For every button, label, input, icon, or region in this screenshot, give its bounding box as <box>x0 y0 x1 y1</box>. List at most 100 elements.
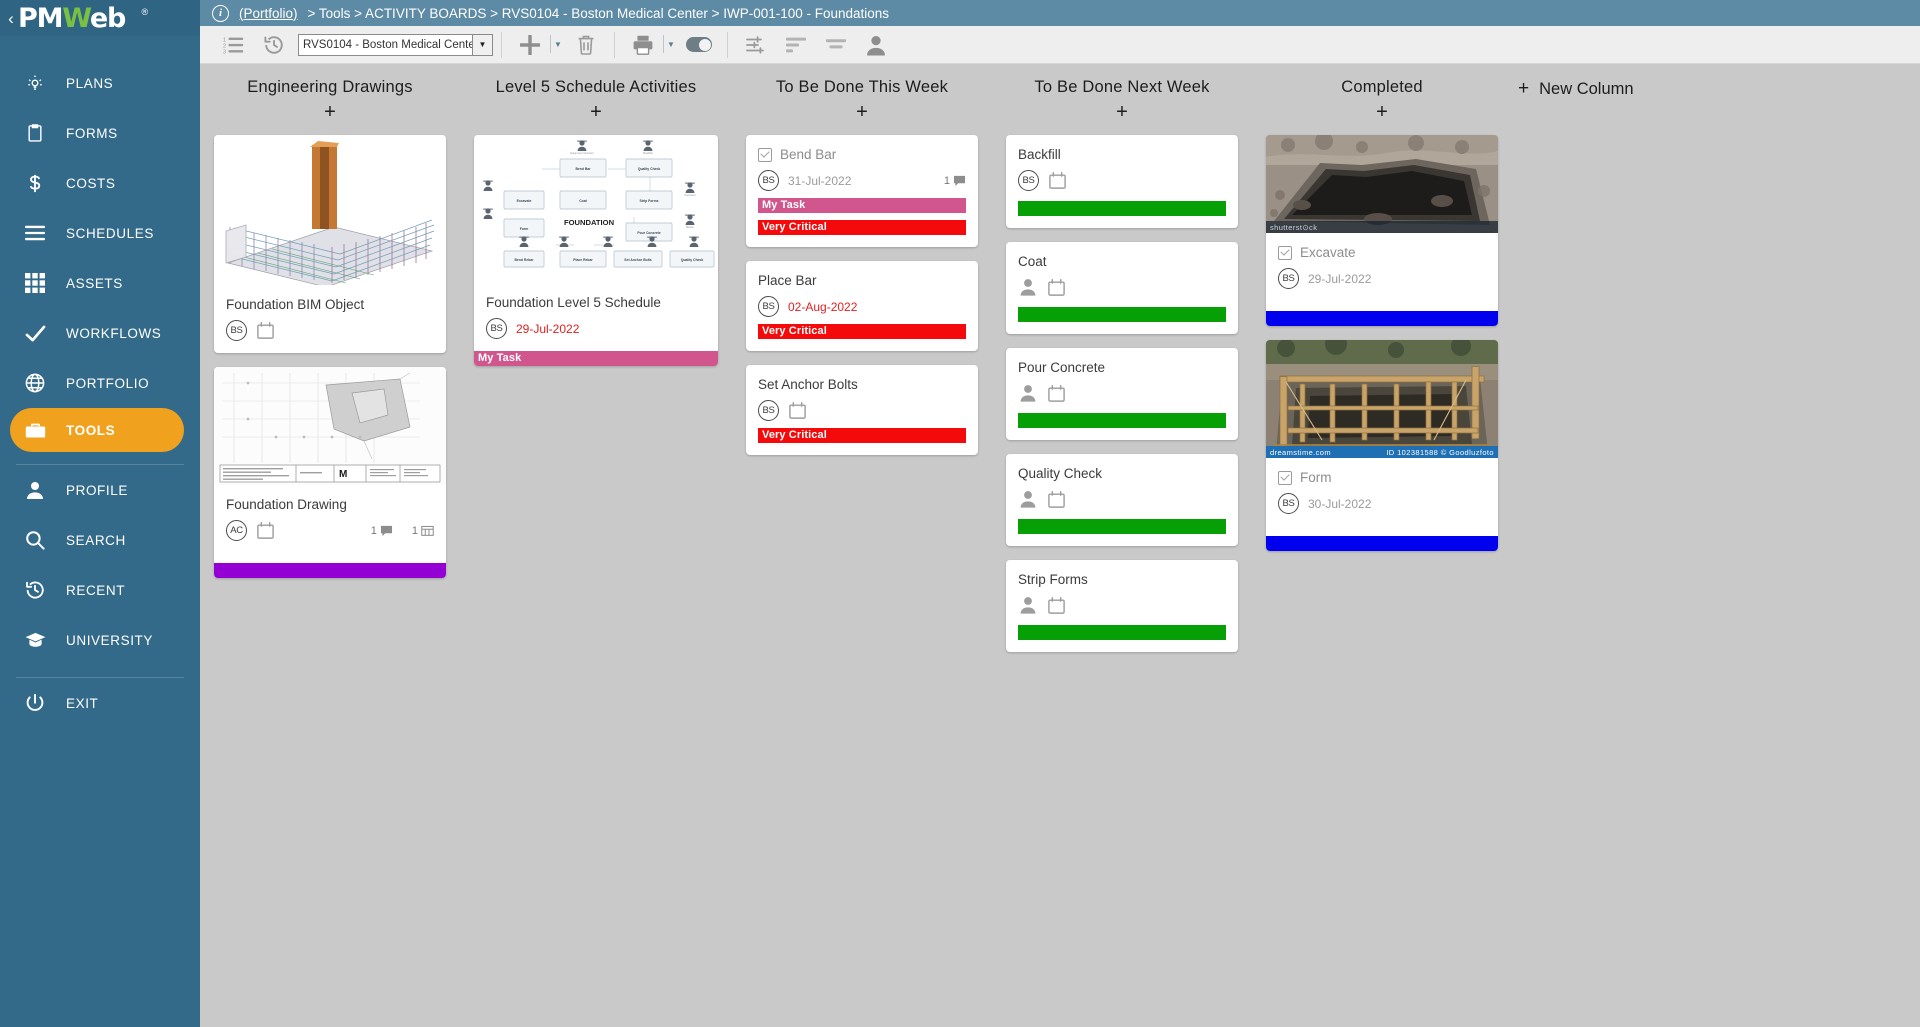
comment-badge[interactable]: 1 <box>944 175 966 187</box>
card-form[interactable]: dreamstime.com ID 102381588 © Goodluzfot… <box>1266 340 1498 551</box>
calendar-icon[interactable] <box>1047 384 1066 403</box>
card-meta: BS 31-Jul-2022 1 <box>758 170 966 191</box>
sidebar-collapse-icon[interactable]: ‹ <box>4 10 18 27</box>
activity-board: Engineering Drawings + <box>200 64 1920 1027</box>
avatar[interactable]: BS <box>758 400 779 421</box>
card-coat[interactable]: Coat <box>1006 242 1238 334</box>
avatar[interactable]: AC <box>226 520 247 541</box>
sidebar-item-tools[interactable]: TOOLS <box>10 408 184 452</box>
avatar[interactable]: BS <box>1278 268 1299 289</box>
card-strip-forms[interactable]: Strip Forms <box>1006 560 1238 652</box>
board-column-to-be-done-next-week: To Be Done Next Week + Backfill BS <box>992 64 1252 1027</box>
graduation-cap-icon <box>24 629 46 651</box>
clipboard-icon <box>24 122 46 144</box>
card-bend-bar[interactable]: Bend Bar BS 31-Jul-2022 1 <box>746 135 978 247</box>
card-body: Strip Forms <box>1006 560 1238 652</box>
card-meta: BS <box>1018 170 1226 191</box>
pmweb-logo[interactable]: PMWeb ® <box>18 5 137 32</box>
card-body: Pour Concrete <box>1006 348 1238 440</box>
filter-button[interactable] <box>816 26 856 64</box>
status-bar <box>1018 201 1226 216</box>
column-add-card-button[interactable]: + <box>1266 103 1498 121</box>
view-toggle[interactable] <box>679 26 719 64</box>
calendar-icon[interactable] <box>1047 278 1066 297</box>
sidebar-item-assets[interactable]: ASSETS <box>0 258 200 308</box>
user-button[interactable] <box>856 26 896 64</box>
card-place-bar[interactable]: Place Bar BS 02-Aug-2022 Very Critical <box>746 261 978 351</box>
avatar[interactable]: BS <box>758 296 779 317</box>
card-title: Foundation BIM Object <box>226 297 434 312</box>
sidebar-item-portfolio[interactable]: PORTFOLIO <box>0 358 200 408</box>
sidebar-item-university[interactable]: UNIVERSITY <box>0 615 200 665</box>
avatar[interactable]: BS <box>1018 170 1039 191</box>
attachment-badge[interactable]: 1 <box>412 525 434 537</box>
add-button[interactable] <box>510 26 550 64</box>
sidebar-item-forms[interactable]: FORMS <box>0 108 200 158</box>
person-icon[interactable] <box>1018 383 1038 403</box>
card-quality-check[interactable]: Quality Check <box>1006 454 1238 546</box>
column-add-card-button[interactable]: + <box>1006 103 1238 121</box>
toggle-switch[interactable] <box>686 37 712 52</box>
column-title: To Be Done Next Week <box>1006 78 1238 97</box>
calendar-icon[interactable] <box>1047 490 1066 509</box>
settings-button[interactable] <box>736 26 776 64</box>
sort-button[interactable] <box>776 26 816 64</box>
card-foundation-drawing[interactable]: M Foundation Drawing AC <box>214 367 446 578</box>
history-revert-icon[interactable] <box>254 26 294 64</box>
person-icon[interactable] <box>1018 277 1038 297</box>
card-foundation-level-5-schedule[interactable]: Bend Bar Quality Check Coat Excavate For… <box>474 135 718 366</box>
card-pour-concrete[interactable]: Pour Concrete <box>1006 348 1238 440</box>
card-title: Excavate <box>1300 245 1356 260</box>
card-set-anchor-bolts[interactable]: Set Anchor Bolts BS Very Critical <box>746 365 978 455</box>
column-add-card-button[interactable]: + <box>214 103 446 121</box>
add-dropdown-icon[interactable]: ▼ <box>550 26 566 64</box>
sidebar-item-plans[interactable]: PLANS <box>0 58 200 108</box>
person-icon[interactable] <box>1018 489 1038 509</box>
info-icon[interactable]: i <box>212 5 229 22</box>
comment-badge[interactable]: 1 <box>371 525 393 537</box>
user-icon <box>24 479 46 501</box>
card-body: Foundation Drawing AC 1 <box>214 485 446 553</box>
person-icon[interactable] <box>1018 595 1038 615</box>
numbered-list-icon[interactable]: 123 <box>214 26 254 64</box>
avatar[interactable]: BS <box>758 170 779 191</box>
sidebar-item-search[interactable]: SEARCH <box>0 515 200 565</box>
avatar[interactable]: BS <box>1278 493 1299 514</box>
board-column-level-5-schedule-activities: Level 5 Schedule Activities + <box>460 64 732 1027</box>
sidebar-item-profile[interactable]: PROFILE <box>0 465 200 515</box>
sidebar-item-workflows[interactable]: WORKFLOWS <box>0 308 200 358</box>
sidebar-item-schedules[interactable]: SCHEDULES <box>0 208 200 258</box>
avatar[interactable]: BS <box>226 320 247 341</box>
board-select[interactable]: RVS0104 - Boston Medical Center - I ▼ <box>298 34 493 56</box>
checkbox-checked-icon[interactable] <box>758 148 772 162</box>
sidebar-item-costs[interactable]: COSTS <box>0 158 200 208</box>
sidebar: ‹ PMWeb ® PLANS FORMS <box>0 0 200 1027</box>
card-backfill[interactable]: Backfill BS <box>1006 135 1238 228</box>
avatar[interactable]: BS <box>486 318 507 339</box>
sidebar-item-exit[interactable]: EXIT <box>0 678 200 728</box>
sidebar-item-recent[interactable]: RECENT <box>0 565 200 615</box>
tag-my-task: My Task <box>758 198 966 213</box>
new-column-button[interactable]: + New Column <box>1512 64 1634 100</box>
calendar-icon[interactable] <box>256 321 275 340</box>
toolbar-divider <box>501 32 502 58</box>
calendar-icon[interactable] <box>788 401 807 420</box>
card-foundation-bim-object[interactable]: Foundation BIM Object BS <box>214 135 446 353</box>
calendar-icon[interactable] <box>1047 596 1066 615</box>
checkbox-checked-icon[interactable] <box>1278 246 1292 260</box>
schedule-diagram-image: Bend Bar Quality Check Coat Excavate For… <box>474 135 718 283</box>
print-dropdown-icon[interactable]: ▼ <box>663 26 679 64</box>
calendar-icon[interactable] <box>256 521 275 540</box>
calendar-icon[interactable] <box>1048 171 1067 190</box>
chevron-down-icon[interactable]: ▼ <box>472 35 492 55</box>
print-button[interactable] <box>623 26 663 64</box>
breadcrumb-portfolio-link[interactable]: (Portfolio) <box>239 6 298 21</box>
delete-button[interactable] <box>566 26 606 64</box>
card-excavate[interactable]: shutterst⊙ck Excavate BS 29-Jul-2022 <box>1266 135 1498 326</box>
card-title: Quality Check <box>1018 466 1226 481</box>
checkbox-checked-icon[interactable] <box>1278 471 1292 485</box>
card-meta <box>1018 489 1226 509</box>
column-add-card-button[interactable]: + <box>746 103 978 121</box>
schedule-diagram-title: FOUNDATION <box>564 218 614 227</box>
column-add-card-button[interactable]: + <box>474 103 718 121</box>
